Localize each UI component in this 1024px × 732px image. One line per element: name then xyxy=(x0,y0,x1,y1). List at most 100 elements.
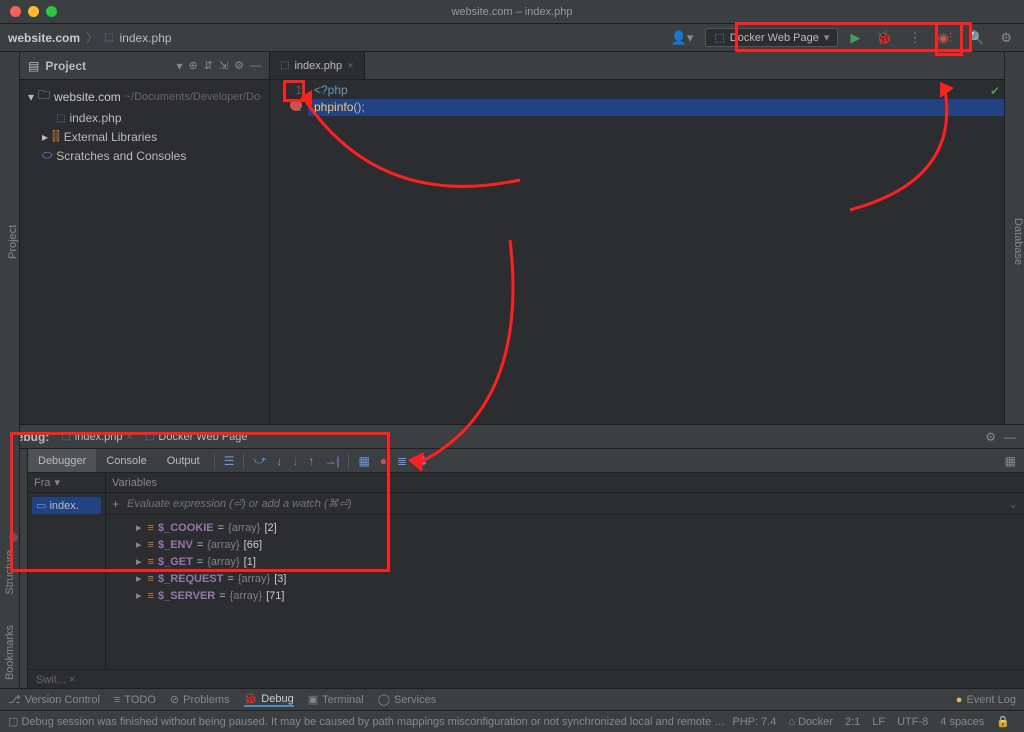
lock-icon[interactable]: 🔒 xyxy=(990,715,1016,728)
folder-icon: 🗀 xyxy=(38,86,50,107)
breadcrumb-file[interactable]: index.php xyxy=(120,31,172,45)
vcs-tab[interactable]: ⎇Version Control xyxy=(8,693,100,706)
tree-file-index[interactable]: ⬚ index.php xyxy=(28,109,261,127)
right-tool-rail[interactable]: Database xyxy=(1004,52,1024,424)
project-view-icon: ▤ xyxy=(28,59,39,73)
project-panel-header: ▤ Project ▾ ⊕ ⇵ ⇲ ⚙ — xyxy=(20,52,269,80)
event-log-tab[interactable]: ●Event Log xyxy=(956,694,1016,706)
library-icon: ⫿⫿ xyxy=(52,129,60,144)
left-tool-rail[interactable]: Project xyxy=(0,52,20,424)
scratch-icon: ⬭ xyxy=(42,148,52,163)
debug-button[interactable]: 🐞 xyxy=(872,28,896,48)
threads-icon[interactable]: ☰ xyxy=(219,454,240,468)
show-frames-icon[interactable]: ≣ xyxy=(392,454,412,468)
debug-toolbar: Debugger Console Output ☰ ⤻ ↓ ↓ ↑ →| ▦ ●… xyxy=(28,449,1024,473)
user-icon[interactable]: 👤▾ xyxy=(667,28,698,48)
todo-tab[interactable]: ≡TODO xyxy=(114,694,156,706)
problems-tab[interactable]: ⊘Problems xyxy=(170,693,230,706)
settings-icon[interactable]: ⚙ xyxy=(996,28,1016,48)
watch-input[interactable] xyxy=(127,498,1000,510)
add-watch-icon[interactable]: + xyxy=(112,497,119,511)
terminal-tab[interactable]: ▣Terminal xyxy=(308,693,364,706)
frames-panel[interactable]: Fra▾ ▭ index. xyxy=(28,473,106,669)
console-tab[interactable]: Console xyxy=(96,449,156,472)
database-tool-tab[interactable]: Database xyxy=(1012,60,1024,424)
search-everywhere-icon[interactable]: 🔍 xyxy=(964,28,988,48)
run-configuration-selector[interactable]: ⬚ Docker Web Page ▾ xyxy=(705,28,838,47)
toggle-bp-icon[interactable]: ● xyxy=(375,454,392,468)
debugger-tab[interactable]: Debugger xyxy=(28,449,96,472)
run-button[interactable]: ▶ xyxy=(846,28,864,48)
php-version[interactable]: PHP: 7.4 xyxy=(726,716,782,728)
hide-debug-icon[interactable]: — xyxy=(1004,430,1016,444)
panel-settings-icon[interactable]: ⚙ xyxy=(234,59,244,72)
step-out-icon[interactable]: ↑ xyxy=(303,454,319,468)
close-icon[interactable]: × xyxy=(127,431,133,443)
services-tab[interactable]: ◯Services xyxy=(378,693,437,706)
force-step-into-icon[interactable]: ↓ xyxy=(287,454,303,468)
bookmarks-tool-tab[interactable]: Bookmarks xyxy=(4,625,16,680)
navigation-bar: website.com 〉 ⬚ index.php 👤▾ ⬚ Docker We… xyxy=(0,24,1024,52)
debug-tab-docker[interactable]: ⬚ Docker Web Page xyxy=(145,431,248,443)
encoding[interactable]: UTF-8 xyxy=(891,716,934,728)
tree-root[interactable]: ▾🗀 website.com ~/Documents/Developer/Doc… xyxy=(28,84,261,109)
tree-external-libs[interactable]: ▸⫿⫿ External Libraries xyxy=(28,127,261,146)
layout-icon[interactable]: ▦ xyxy=(1005,454,1024,468)
breadcrumb-project[interactable]: website.com xyxy=(8,31,80,45)
variable-row[interactable]: ▸≡ $_ENV = {array} [66] xyxy=(114,536,1016,553)
breakpoint-icon[interactable] xyxy=(290,99,302,111)
step-into-icon[interactable]: ↓ xyxy=(271,454,287,468)
select-opened-file-icon[interactable]: ⊕ xyxy=(188,59,197,72)
variable-row[interactable]: ▸≡ $_SERVER = {array} [71] xyxy=(114,587,1016,604)
variables-panel[interactable]: Variables + ⌄ ▸≡ $_COOKIE = {array} [2]▸… xyxy=(106,473,1024,669)
evaluate-icon[interactable]: ▦ xyxy=(353,454,374,468)
tree-scratches[interactable]: ⬭ Scratches and Consoles xyxy=(28,146,261,165)
editor-tab-index[interactable]: ⬚ index.php × xyxy=(270,52,365,79)
inspection-ok-icon[interactable]: ✔ xyxy=(990,84,1000,98)
frame-item[interactable]: ▭ index. xyxy=(32,497,101,514)
indent[interactable]: 4 spaces xyxy=(934,716,990,728)
close-window-icon[interactable] xyxy=(10,6,21,17)
run-to-cursor-icon[interactable]: →| xyxy=(319,454,344,468)
expand-all-icon[interactable]: ⇵ xyxy=(204,59,213,72)
collapse-all-icon[interactable]: ⇲ xyxy=(219,59,228,72)
breadcrumb[interactable]: website.com 〉 ⬚ index.php xyxy=(8,29,667,46)
debug-tab[interactable]: 🐞Debug xyxy=(244,692,294,707)
debug-tab-index[interactable]: ⬚ index.php × xyxy=(61,431,133,443)
php-file-icon: ⬚ xyxy=(280,60,289,71)
switcher-label[interactable]: Swit... xyxy=(36,674,66,686)
sort-icon[interactable]: ⇅ xyxy=(412,454,432,468)
php-file-icon: ⬚ xyxy=(104,32,113,43)
docker-status[interactable]: ⌂ Docker xyxy=(782,716,839,728)
variable-row[interactable]: ▸≡ $_REQUEST = {array} [3] xyxy=(114,570,1016,587)
editor-body[interactable]: 1 2 <?php phpinfo(); ✔ xyxy=(270,80,1004,424)
stop-listening-icon[interactable]: ◉⫶ xyxy=(934,28,957,48)
project-tool-tab[interactable]: Project xyxy=(7,60,19,424)
debug-settings-icon[interactable]: ⚙ xyxy=(985,430,996,444)
minimize-window-icon[interactable] xyxy=(28,6,39,17)
step-over-icon[interactable]: ⤻ xyxy=(248,453,271,468)
variable-row[interactable]: ▸≡ $_GET = {array} [1] xyxy=(114,553,1016,570)
status-message[interactable]: Debug session was finished without being… xyxy=(21,716,726,728)
close-tab-icon[interactable]: × xyxy=(347,60,353,72)
more-actions-icon[interactable]: ⋮ xyxy=(905,28,926,48)
window-traffic-lights[interactable] xyxy=(10,6,57,17)
watch-history-icon[interactable]: ⌄ xyxy=(1008,497,1018,511)
editor-tabs: ⬚ index.php × xyxy=(270,52,1004,80)
docker-icon: ⬚ xyxy=(145,431,154,442)
code-area[interactable]: <?php phpinfo(); xyxy=(308,80,1004,424)
tool-window-toggle-icon[interactable]: ▢ xyxy=(8,715,18,728)
structure-tool-tab[interactable]: Structure xyxy=(4,550,16,595)
cursor-position[interactable]: 2:1 xyxy=(839,716,866,728)
variable-row[interactable]: ▸≡ $_COOKIE = {array} [2] xyxy=(114,519,1016,536)
maximize-window-icon[interactable] xyxy=(46,6,57,17)
mute-breakpoints-icon[interactable] xyxy=(9,533,18,542)
line-separator[interactable]: LF xyxy=(866,716,891,728)
variables-header: Variables xyxy=(106,473,1024,493)
project-tree[interactable]: ▾🗀 website.com ~/Documents/Developer/Doc… xyxy=(20,80,269,169)
output-tab[interactable]: Output xyxy=(157,449,210,472)
editor-gutter[interactable]: 1 2 xyxy=(270,80,308,424)
watch-expression-row[interactable]: + ⌄ xyxy=(106,493,1024,515)
project-panel-title[interactable]: Project xyxy=(45,59,170,73)
hide-panel-icon[interactable]: — xyxy=(250,60,261,72)
